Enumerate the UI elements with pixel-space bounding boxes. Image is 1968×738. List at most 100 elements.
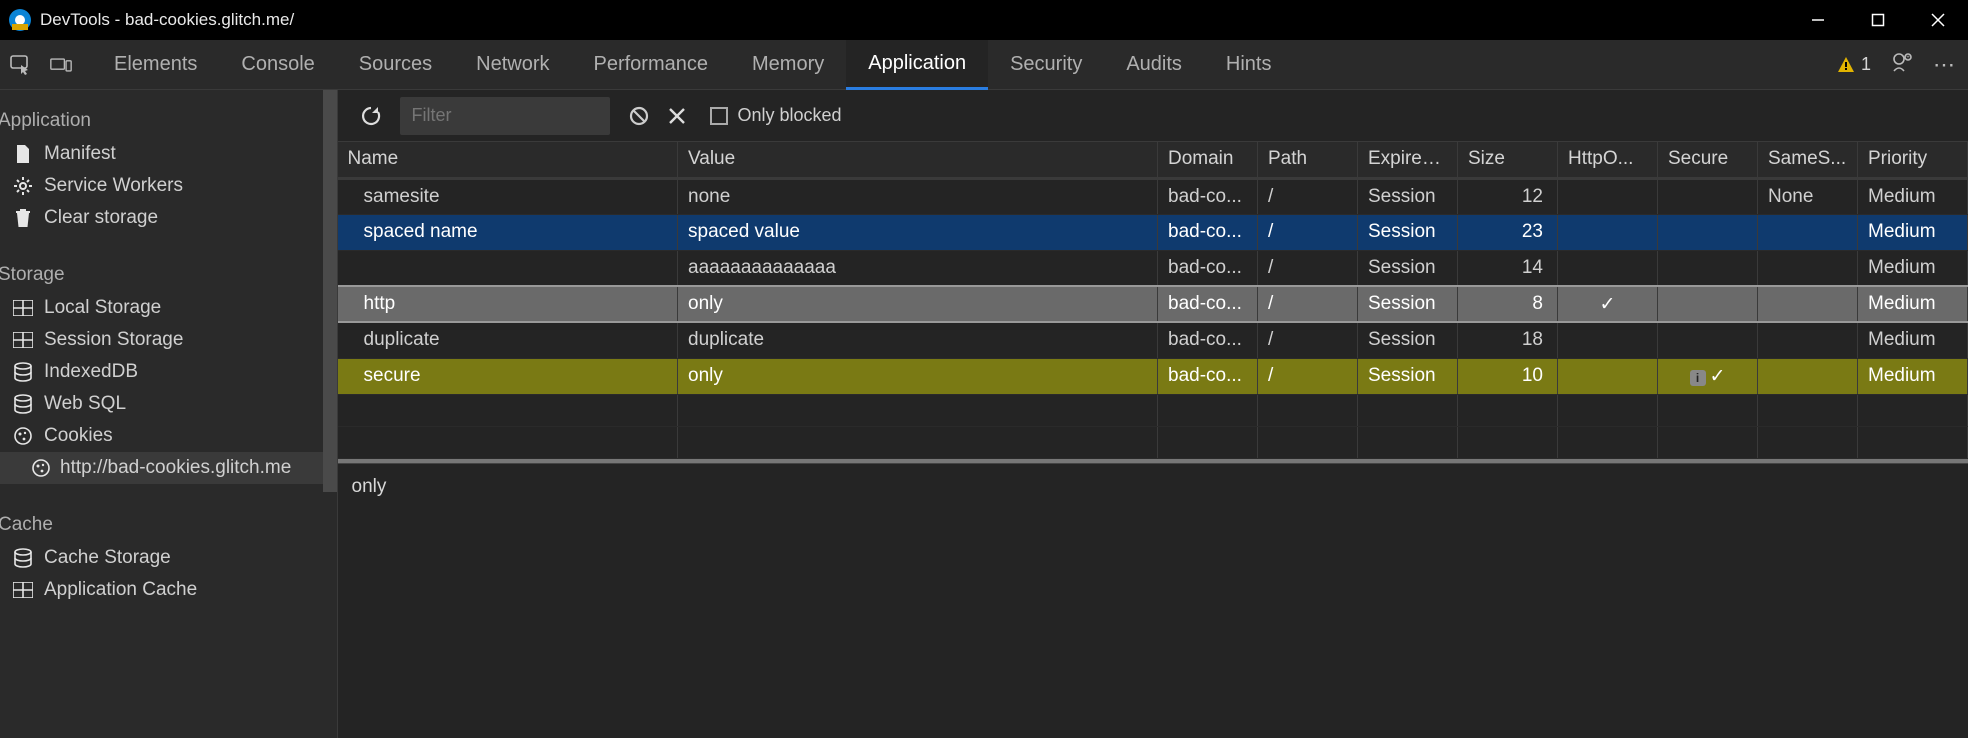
cell-domain: bad-co... [1158,178,1258,214]
cell-size: 12 [1458,178,1558,214]
cell-name: http [338,286,678,322]
table-row[interactable]: duplicateduplicatebad-co.../Session18Med… [338,322,1968,358]
close-button[interactable] [1908,0,1968,40]
tab-elements[interactable]: Elements [92,40,219,90]
table-row[interactable]: secureonlybad-co.../Session10i✓Medium [338,358,1968,394]
cell-value: aaaaaaaaaaaaaa [678,250,1158,286]
tab-performance[interactable]: Performance [572,40,731,90]
tab-security[interactable]: Security [988,40,1104,90]
tab-application[interactable]: Application [846,40,988,90]
cell-httponly [1558,322,1658,358]
table-row[interactable]: httponlybad-co.../Session8✓Medium [338,286,1968,322]
cookies-toolbar: Only blocked [338,90,1968,142]
cell-samesite [1758,322,1858,358]
doc-icon [12,144,34,164]
minimize-button[interactable] [1788,0,1848,40]
cell-path: / [1258,214,1358,250]
cell-expires: Session [1358,214,1458,250]
cell-samesite [1758,214,1858,250]
devtools-tabbar: ElementsConsoleSourcesNetworkPerformance… [0,40,1968,90]
cell-httponly [1558,250,1658,286]
app-icon [8,8,32,32]
column-header[interactable]: SameS... [1758,142,1858,178]
only-blocked-label: Only blocked [738,105,842,126]
cell-size: 8 [1458,286,1558,322]
table-row[interactable]: spaced namespaced valuebad-co.../Session… [338,214,1968,250]
tab-audits[interactable]: Audits [1104,40,1204,90]
sidebar-scrollbar[interactable] [323,90,337,738]
cell-path: / [1258,286,1358,322]
cell-secure [1658,250,1758,286]
main-panel: Only blocked NameValueDomainPathExpires.… [338,90,1968,738]
sidebar-item-manifest[interactable]: Manifest [0,138,337,170]
sidebar-item-clear-storage[interactable]: Clear storage [0,202,337,234]
table-row[interactable]: aaaaaaaaaaaaaabad-co.../Session14Medium [338,250,1968,286]
cell-domain: bad-co... [1158,322,1258,358]
cell-domain: bad-co... [1158,250,1258,286]
gear-icon [12,176,34,196]
sidebar-item-service-workers[interactable]: Service Workers [0,170,337,202]
column-header[interactable]: Size [1458,142,1558,178]
feedback-icon[interactable]: + [1891,51,1913,78]
sidebar-item-local-storage[interactable]: Local Storage [0,292,337,324]
cell-expires: Session [1358,322,1458,358]
column-header[interactable]: Path [1258,142,1358,178]
cell-path: / [1258,358,1358,394]
tab-sources[interactable]: Sources [337,40,454,90]
cell-httponly: ✓ [1558,286,1658,322]
warning-badge[interactable]: 1 [1837,54,1871,75]
table-row[interactable]: samesitenonebad-co.../Session12NoneMediu… [338,178,1968,214]
column-header[interactable]: Value [678,142,1158,178]
cell-expires: Session [1358,250,1458,286]
column-header[interactable]: Secure [1658,142,1758,178]
maximize-button[interactable] [1848,0,1908,40]
sidebar-item-session-storage[interactable]: Session Storage [0,324,337,356]
cookie-icon [30,458,52,478]
device-icon[interactable] [50,56,72,74]
column-header[interactable]: Name [338,142,678,178]
db-icon [12,394,34,414]
inspect-icon[interactable] [10,56,32,74]
sidebar-item-indexeddb[interactable]: IndexedDB [0,356,337,388]
sidebar-item-application-cache[interactable]: Application Cache [0,574,337,606]
tab-hints[interactable]: Hints [1204,40,1294,90]
db-icon [12,548,34,568]
tab-network[interactable]: Network [454,40,571,90]
sidebar-heading: Cache [0,506,337,542]
cell-priority: Medium [1858,322,1968,358]
delete-button[interactable] [668,107,686,125]
column-header[interactable]: HttpO... [1558,142,1658,178]
cookie-icon [12,426,34,446]
cell-domain: bad-co... [1158,286,1258,322]
grid-icon [12,582,34,598]
cell-httponly [1558,214,1658,250]
cell-name: spaced name [338,214,678,250]
more-icon[interactable]: ⋯ [1933,52,1958,78]
cell-domain: bad-co... [1158,214,1258,250]
clear-all-button[interactable] [628,105,650,127]
filter-input[interactable] [400,97,610,135]
tab-memory[interactable]: Memory [730,40,846,90]
column-header[interactable]: Domain [1158,142,1258,178]
cell-value: only [678,358,1158,394]
sidebar-item-cache-storage[interactable]: Cache Storage [0,542,337,574]
sidebar-heading: Application [0,102,337,138]
sidebar-item-web-sql[interactable]: Web SQL [0,388,337,420]
tab-console[interactable]: Console [219,40,336,90]
cell-secure [1658,322,1758,358]
cell-name: secure [338,358,678,394]
trash-icon [12,208,34,228]
cell-secure [1658,214,1758,250]
cookies-table[interactable]: NameValueDomainPathExpires...SizeHttpO..… [338,142,1968,463]
column-header[interactable]: Priority [1858,142,1968,178]
sidebar-subitem-cookie-origin[interactable]: http://bad-cookies.glitch.me [0,452,337,484]
refresh-button[interactable] [360,105,382,127]
cell-value: none [678,178,1158,214]
grid-icon [12,332,34,348]
column-header[interactable]: Expires... [1358,142,1458,178]
cell-expires: Session [1358,178,1458,214]
only-blocked-checkbox[interactable]: Only blocked [710,105,842,126]
sidebar-item-cookies[interactable]: Cookies [0,420,337,452]
cookie-detail-pane: only [338,463,1968,738]
cell-size: 10 [1458,358,1558,394]
